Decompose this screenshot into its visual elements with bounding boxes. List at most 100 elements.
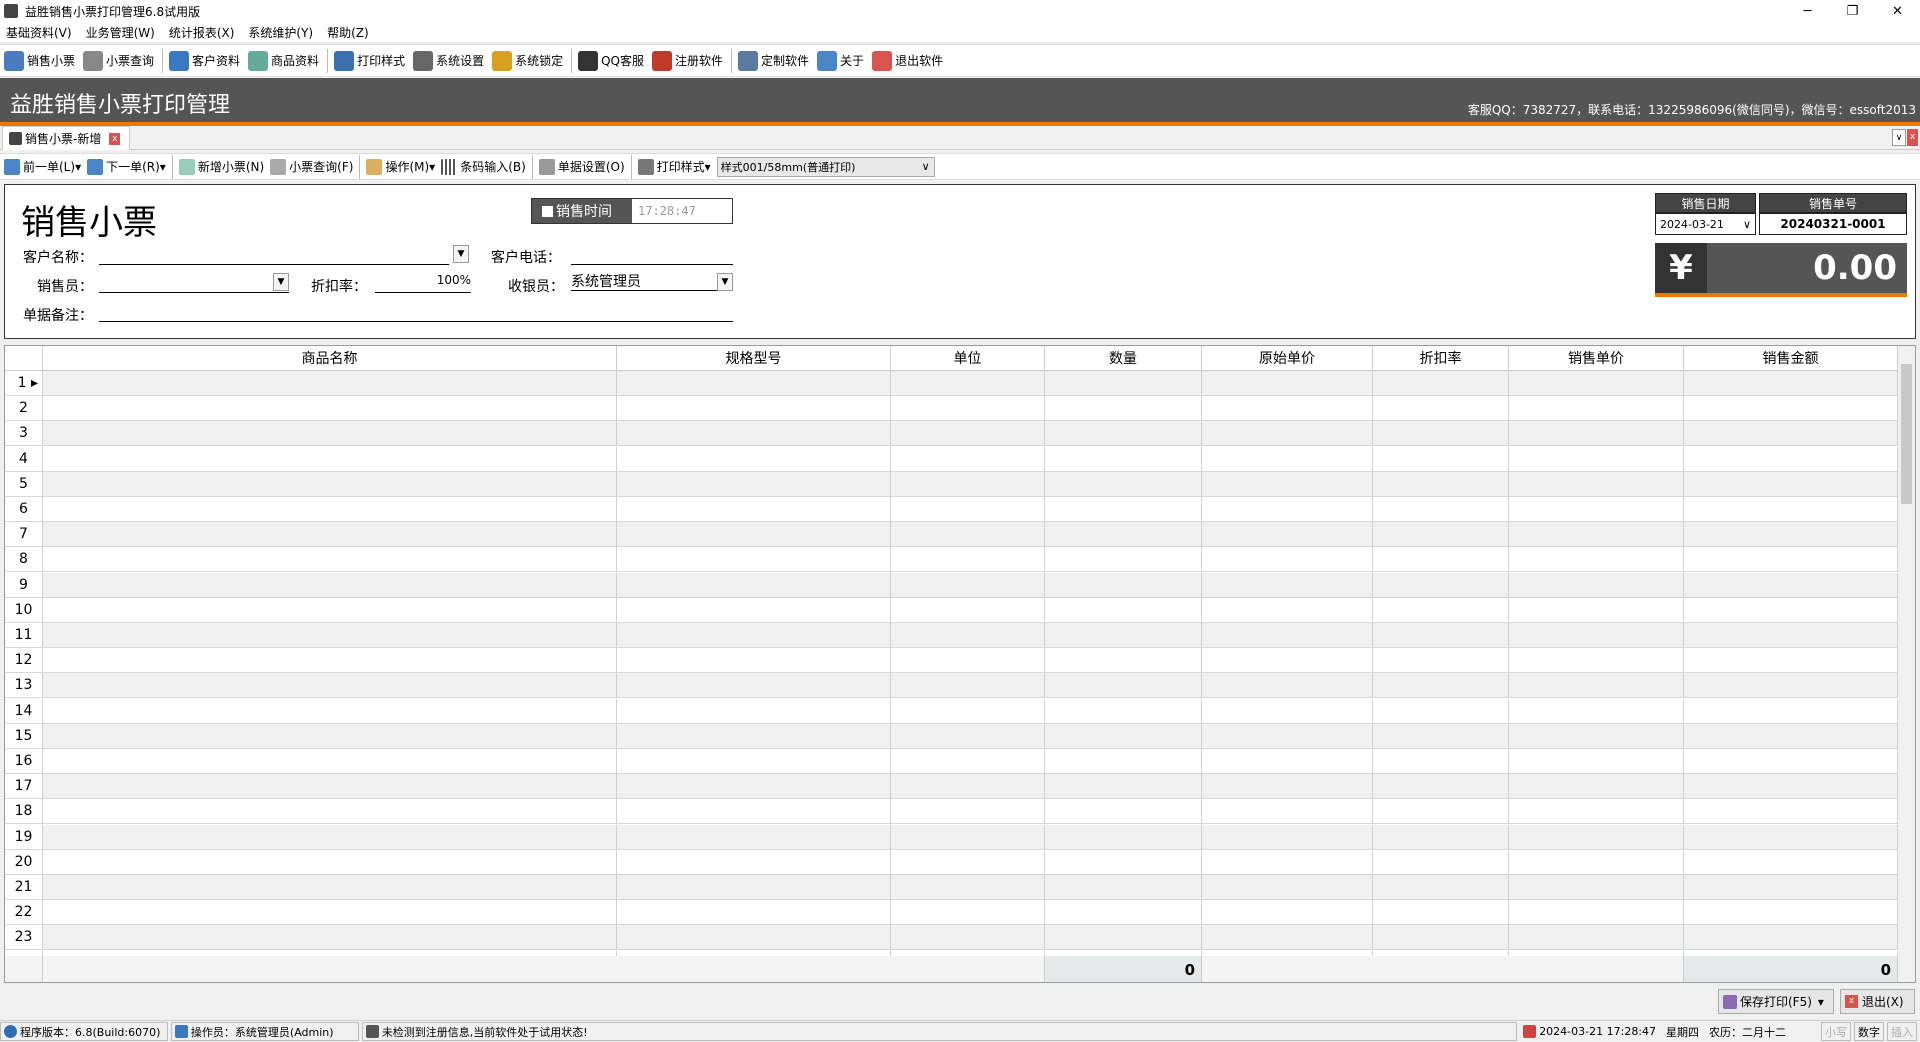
grid-cell[interactable]	[43, 371, 617, 396]
customer-name-input[interactable]	[99, 245, 449, 265]
grid-cell[interactable]	[617, 723, 891, 749]
grid-cell[interactable]	[617, 824, 891, 850]
grid-cell[interactable]	[1684, 849, 1898, 875]
grid-cell[interactable]	[617, 497, 891, 522]
grid-cell[interactable]	[617, 749, 891, 774]
restore-button[interactable]: ❐	[1830, 0, 1875, 22]
row-number[interactable]: 9	[5, 572, 43, 598]
grid-cell[interactable]	[1202, 446, 1373, 472]
grid-cell[interactable]	[1509, 421, 1684, 447]
salesperson-dropdown[interactable]: ▼	[273, 273, 289, 291]
grid-cell[interactable]	[1373, 497, 1509, 522]
sale-date-picker[interactable]: 2024-03-21 ∨	[1655, 213, 1756, 235]
grid-cell[interactable]	[617, 875, 891, 900]
column-header[interactable]: 折扣率	[1373, 346, 1509, 371]
sale-time-toggle[interactable]: 销售时间	[532, 199, 632, 223]
grid-cell[interactable]	[1684, 371, 1898, 396]
minimize-button[interactable]: ─	[1785, 0, 1830, 22]
grid-cell[interactable]	[617, 623, 891, 648]
toolbar-button[interactable]: 客户资料	[169, 50, 240, 71]
grid-cell[interactable]	[1373, 698, 1509, 724]
grid-cell[interactable]	[1045, 849, 1202, 875]
grid-cell[interactable]	[1684, 925, 1898, 951]
grid-cell[interactable]	[1202, 597, 1373, 623]
grid-cell[interactable]	[1509, 471, 1684, 497]
next-button[interactable]: 下一单(R) ▾	[87, 158, 166, 175]
grid-cell[interactable]	[1684, 471, 1898, 497]
grid-cell[interactable]	[617, 648, 891, 674]
grid-cell[interactable]	[43, 673, 617, 699]
grid-cell[interactable]	[1509, 849, 1684, 875]
toolbar-button[interactable]: 小票查询	[83, 50, 154, 71]
grid-cell[interactable]	[1684, 774, 1898, 800]
cashier-input[interactable]: 系统管理员	[571, 271, 733, 291]
grid-cell[interactable]	[43, 396, 617, 422]
grid-cell[interactable]	[891, 371, 1045, 396]
grid-cell[interactable]	[617, 572, 891, 598]
grid-cell[interactable]	[891, 673, 1045, 699]
grid-cell[interactable]	[1045, 749, 1202, 774]
grid-cell[interactable]	[1684, 396, 1898, 422]
grid-cell[interactable]	[1509, 623, 1684, 648]
grid-cell[interactable]	[1373, 749, 1509, 774]
grid-cell[interactable]	[1509, 497, 1684, 522]
toolbar-button[interactable]: 打印样式	[334, 50, 405, 71]
grid-cell[interactable]	[1045, 597, 1202, 623]
grid-cell[interactable]	[1202, 371, 1373, 396]
exit-button[interactable]: x 退出(X)	[1840, 989, 1915, 1014]
grid-cell[interactable]	[1045, 875, 1202, 900]
column-header[interactable]: 销售金额	[1684, 346, 1898, 371]
menu-item[interactable]: 系统维护(Y)	[248, 24, 313, 41]
grid-cell[interactable]	[891, 875, 1045, 900]
query-receipt-button[interactable]: 小票查询(F)	[270, 158, 353, 175]
row-number[interactable]: 21	[5, 875, 43, 900]
grid-cell[interactable]	[1045, 421, 1202, 447]
grid-cell[interactable]	[891, 849, 1045, 875]
items-grid[interactable]: 商品名称 规格型号 单位 数量 原始单价 折扣率 销售单价 销售金额 1 ▸ 2 3 4 5 6 7 8 9 10…	[4, 345, 1916, 983]
grid-cell[interactable]	[617, 371, 891, 396]
row-number[interactable]: 4	[5, 446, 43, 472]
grid-cell[interactable]	[1373, 396, 1509, 422]
grid-cell[interactable]	[1202, 799, 1373, 825]
grid-cell[interactable]	[1045, 371, 1202, 396]
chevron-down-icon[interactable]: ▾	[1818, 995, 1824, 1009]
grid-cell[interactable]	[1509, 749, 1684, 774]
grid-cell[interactable]	[617, 446, 891, 472]
grid-cell[interactable]	[1373, 774, 1509, 800]
row-number[interactable]: 7	[5, 522, 43, 548]
grid-cell[interactable]	[1509, 572, 1684, 598]
column-header[interactable]: 商品名称	[43, 346, 617, 371]
grid-cell[interactable]	[617, 421, 891, 447]
grid-cell[interactable]	[1373, 471, 1509, 497]
grid-cell[interactable]	[43, 547, 617, 573]
grid-cell[interactable]	[1202, 421, 1373, 447]
grid-cell[interactable]	[1509, 396, 1684, 422]
grid-cell[interactable]	[1045, 824, 1202, 850]
grid-cell[interactable]	[891, 799, 1045, 825]
grid-cell[interactable]	[1202, 471, 1373, 497]
grid-cell[interactable]	[891, 421, 1045, 447]
grid-cell[interactable]	[1202, 925, 1373, 951]
grid-cell[interactable]	[617, 471, 891, 497]
toolbar-button[interactable]: 系统锁定	[492, 50, 563, 71]
row-number[interactable]: 15	[5, 723, 43, 749]
grid-cell[interactable]	[1509, 774, 1684, 800]
scrollbar-thumb[interactable]	[1901, 364, 1912, 504]
prev-button[interactable]: 前一单(L) ▾	[4, 158, 81, 175]
grid-cell[interactable]	[891, 925, 1045, 951]
grid-cell[interactable]	[1684, 875, 1898, 900]
checkbox[interactable]	[542, 205, 553, 217]
tab-list-dropdown[interactable]: ∨	[1892, 129, 1906, 146]
grid-cell[interactable]	[1373, 723, 1509, 749]
print-style-select[interactable]: 样式001/58mm(普通打印) ∨	[716, 156, 935, 177]
grid-cell[interactable]	[43, 900, 617, 926]
grid-cell[interactable]	[1509, 371, 1684, 396]
grid-cell[interactable]	[617, 799, 891, 825]
grid-cell[interactable]	[43, 421, 617, 447]
grid-cell[interactable]	[1684, 799, 1898, 825]
grid-cell[interactable]	[1202, 623, 1373, 648]
grid-cell[interactable]	[43, 799, 617, 825]
grid-cell[interactable]	[1684, 522, 1898, 548]
grid-cell[interactable]	[1045, 446, 1202, 472]
grid-cell[interactable]	[1684, 673, 1898, 699]
